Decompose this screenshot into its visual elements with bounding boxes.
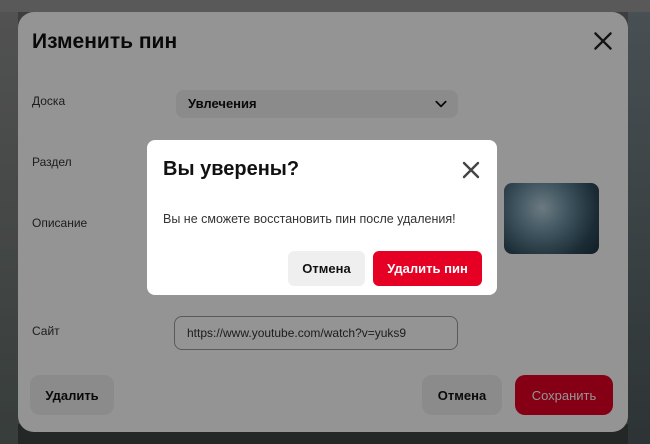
confirm-dialog-title: Вы уверены? [163, 158, 300, 180]
close-icon[interactable] [459, 158, 483, 182]
confirm-delete-dialog: Вы уверены? Вы не сможете восстановить п… [147, 140, 497, 295]
confirm-delete-pin-button[interactable]: Удалить пин [373, 251, 482, 286]
confirm-cancel-button[interactable]: Отмена [288, 251, 365, 286]
confirm-dialog-message: Вы не сможете восстановить пин после уда… [163, 212, 456, 226]
